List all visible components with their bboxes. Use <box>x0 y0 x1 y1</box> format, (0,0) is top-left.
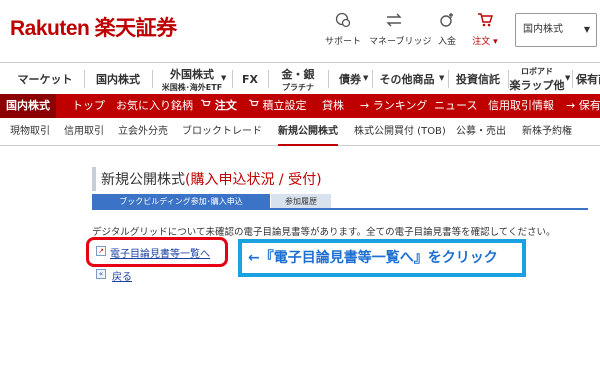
cart-icon <box>460 12 510 32</box>
nav-foreign-stock-sub: 米国株･海外ETF <box>161 82 223 92</box>
section-nav-ranking-label: ランキング <box>372 99 428 112</box>
cart-icon <box>200 99 215 112</box>
tab-book-building[interactable]: ブックビルディング参加･購入申込 <box>92 194 270 209</box>
nav-bonds-label: 債券 <box>339 73 361 86</box>
subnav-block-trade[interactable]: ブロックトレード <box>182 118 262 146</box>
subnav-margin-trade[interactable]: 信用取引 <box>64 118 104 146</box>
subnav-tob[interactable]: 株式公開買付 (TOB) <box>354 118 446 146</box>
section-nav-holdings[interactable]: → 保有銘 <box>566 94 600 118</box>
subnav-ipo[interactable]: 新規公開株式 <box>278 118 338 146</box>
title-accent-bar <box>92 167 96 191</box>
page-title-main: 新規公開株式 <box>101 172 185 188</box>
section-nav-order[interactable]: 注文 <box>200 94 237 118</box>
chevron-down-icon: ▼ <box>565 74 571 82</box>
nav-other-products-label: その他商品 <box>379 73 435 86</box>
section-nav-margin-info[interactable]: 信用取引情報 <box>488 94 554 118</box>
arrow-right-icon: → <box>566 99 576 112</box>
nav-foreign-stock-label: 外国株式 <box>170 67 214 81</box>
section-nav-lending[interactable]: 貸株 <box>322 94 344 118</box>
order-label: 注文 ▾ <box>472 37 498 47</box>
nav-fx[interactable]: FX <box>234 63 266 95</box>
nav-fx-label: FX <box>242 72 258 86</box>
subnav-public-offering[interactable]: 公募・売出 <box>456 118 506 146</box>
nav-mutual-funds-label: 投資信託 <box>456 73 500 86</box>
section-label: 国内株式 <box>0 94 56 118</box>
nav-gold-silver-sub: プラチナ <box>282 82 314 92</box>
nav-gold-silver[interactable]: 金・銀 プラチナ <box>270 63 326 95</box>
back-link[interactable]: 戻る <box>112 268 132 283</box>
nav-holdings[interactable]: 保有商 <box>576 63 600 95</box>
money-bridge-icon <box>369 12 419 32</box>
section-nav-savings[interactable]: 積立設定 <box>248 94 307 118</box>
nav-other-products[interactable]: その他商品 <box>374 63 440 95</box>
divider <box>328 70 329 88</box>
section-nav-top[interactable]: トップ <box>72 94 105 118</box>
money-bridge-button[interactable]: マネーブリッジ <box>369 12 432 47</box>
page-title: 新規公開株式(購入申込状況 / 受付) <box>101 169 322 189</box>
nav-gold-silver-label: 金・銀 <box>281 67 315 81</box>
support-button[interactable]: サポート <box>318 12 368 47</box>
section-nav: 国内株式 トップ お気に入り銘柄 注文 積立設定 貸株 → ランキング ニュース… <box>0 94 600 118</box>
divider <box>84 70 85 88</box>
chevron-down-icon: ▼ <box>221 74 227 82</box>
subnav-off-auction[interactable]: 立会外分売 <box>118 118 168 146</box>
nav-market[interactable]: マーケット <box>8 63 82 95</box>
nav-market-label: マーケット <box>17 73 73 86</box>
nav-holdings-label: 保有商 <box>576 73 600 86</box>
rakuten-logo[interactable]: Rakuten 楽天証券 <box>10 12 177 42</box>
divider <box>232 70 233 88</box>
nav-robo-advisor-label: ロボアド <box>521 66 553 76</box>
divider <box>152 70 153 88</box>
divider <box>572 70 573 88</box>
external-link-icon: ↗ <box>96 246 106 256</box>
divider <box>372 70 373 88</box>
chevron-down-icon: ▼ <box>363 74 369 82</box>
money-bridge-label: マネーブリッジ <box>369 37 432 47</box>
main-nav: マーケット 国内株式 外国株式 米国株･海外ETF ▼ FX 金・銀 プラチナ … <box>0 62 600 94</box>
nav-mutual-funds[interactable]: 投資信託 <box>450 63 506 95</box>
arrow-right-icon: → <box>360 99 370 112</box>
chevron-down-icon: ▼ <box>439 74 445 82</box>
section-nav-order-label: 注文 <box>214 99 237 112</box>
nav-robo-advisor-sub: 楽ラップ他 <box>509 78 565 92</box>
section-nav-holdings-label: 保有銘 <box>578 99 600 112</box>
chevron-down-icon: ▼ <box>583 25 590 34</box>
page-title-status: (購入申込状況 / 受付) <box>185 172 322 188</box>
subnav-cash-trade[interactable]: 現物取引 <box>10 118 50 146</box>
divider <box>448 70 449 88</box>
nav-domestic-stock[interactable]: 国内株式 <box>86 63 150 95</box>
sub-nav: 現物取引 信用取引 立会外分売 ブロックトレード 新規公開株式 株式公開買付 (… <box>0 118 600 146</box>
unconfirmed-documents-notice: デジタルグリッドについて未確認の電子目論見書等があります。全ての電子目論見書等を… <box>92 227 556 238</box>
market-select[interactable]: 国内株式 ▼ <box>515 13 597 47</box>
market-select-value: 国内株式 <box>523 24 563 35</box>
nav-foreign-stock[interactable]: 外国株式 米国株･海外ETF <box>154 63 230 95</box>
nav-domestic-stock-label: 国内株式 <box>96 73 140 86</box>
tab-participation-history[interactable]: 参加履歴 <box>271 194 331 209</box>
section-nav-ranking[interactable]: → ランキング <box>360 94 427 118</box>
cart-icon <box>248 99 263 112</box>
section-nav-savings-label: 積立設定 <box>262 99 307 112</box>
divider <box>268 70 269 88</box>
tabs-underline <box>92 208 588 210</box>
prospectus-list-link[interactable]: 電子目論見書等一覧へ <box>110 245 210 260</box>
section-nav-favorites[interactable]: お気に入り銘柄 <box>116 94 193 118</box>
nav-robo-advisor[interactable]: ロボアド 楽ラップ他 <box>509 63 565 95</box>
support-label: サポート <box>324 37 361 47</box>
subnav-stock-options[interactable]: 新株予約権 <box>522 118 572 146</box>
section-nav-news[interactable]: ニュース <box>434 94 477 118</box>
support-chat-icon <box>318 12 368 32</box>
back-arrow-icon: « <box>96 269 106 279</box>
instruction-callout: ←『電子目論見書等一覧へ』をクリック <box>238 239 526 277</box>
order-button[interactable]: 注文 ▾ <box>460 12 510 47</box>
